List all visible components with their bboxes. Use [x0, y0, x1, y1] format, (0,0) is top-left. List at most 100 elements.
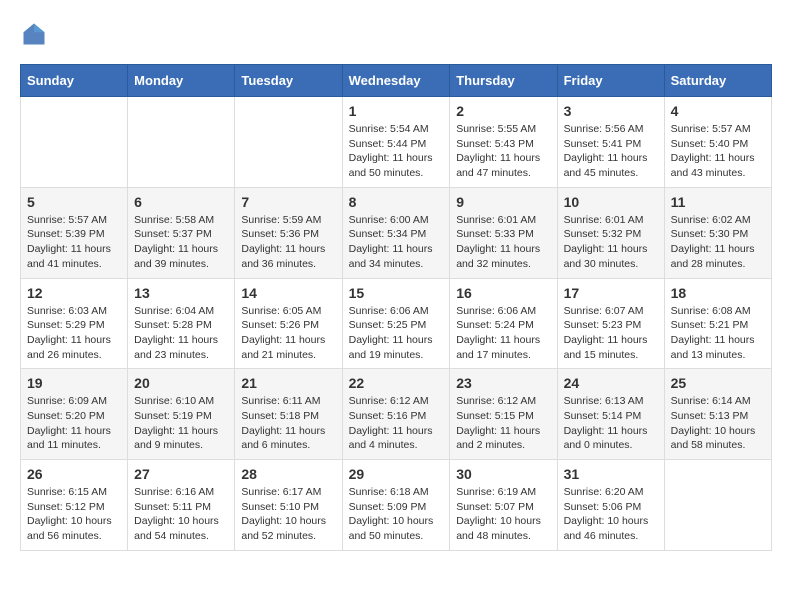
day-number: 9 — [456, 194, 550, 210]
day-info: Sunrise: 5:57 AM Sunset: 5:40 PM Dayligh… — [671, 122, 765, 181]
day-number: 6 — [134, 194, 228, 210]
calendar-cell: 16Sunrise: 6:06 AM Sunset: 5:24 PM Dayli… — [450, 278, 557, 369]
logo-icon — [20, 20, 48, 48]
day-info: Sunrise: 6:14 AM Sunset: 5:13 PM Dayligh… — [671, 394, 765, 453]
calendar-cell: 24Sunrise: 6:13 AM Sunset: 5:14 PM Dayli… — [557, 369, 664, 460]
day-number: 25 — [671, 375, 765, 391]
day-info: Sunrise: 6:02 AM Sunset: 5:30 PM Dayligh… — [671, 213, 765, 272]
calendar-cell: 25 Sunrise: 6:14 AM Sunset: 5:13 PM Dayli… — [664, 369, 771, 460]
calendar-cell: 6Sunrise: 5:58 AM Sunset: 5:37 PM Daylig… — [128, 187, 235, 278]
day-number: 30 — [456, 466, 550, 482]
calendar-cell: 4 Sunrise: 5:57 AM Sunset: 5:40 PM Daylig… — [664, 97, 771, 188]
day-number: 24 — [564, 375, 658, 391]
calendar-cell: 15 Sunrise: 6:06 AM Sunset: 5:25 PM Dayli… — [342, 278, 450, 369]
calendar-cell: 20 Sunrise: 6:10 AM Sunset: 5:19 PM Dayli… — [128, 369, 235, 460]
calendar-week-row: 19Sunrise: 6:09 AM Sunset: 5:20 PM Dayli… — [21, 369, 772, 460]
day-number: 8 — [349, 194, 444, 210]
calendar-cell: 19Sunrise: 6:09 AM Sunset: 5:20 PM Dayli… — [21, 369, 128, 460]
day-number: 3 — [564, 103, 658, 119]
day-info: Sunrise: 6:06 AM Sunset: 5:25 PM Dayligh… — [349, 304, 444, 363]
day-info: Sunrise: 5:54 AM Sunset: 5:44 PM Dayligh… — [349, 122, 444, 181]
day-number: 29 — [349, 466, 444, 482]
day-number: 18 — [671, 285, 765, 301]
calendar-week-row: 26 Sunrise: 6:15 AM Sunset: 5:12 PM Dayli… — [21, 460, 772, 551]
day-info: Sunrise: 6:07 AM Sunset: 5:23 PM Dayligh… — [564, 304, 658, 363]
weekday-header: Friday — [557, 65, 664, 97]
day-info: Sunrise: 6:12 AM Sunset: 5:15 PM Dayligh… — [456, 394, 550, 453]
calendar-cell: 17 Sunrise: 6:07 AM Sunset: 5:23 PM Dayli… — [557, 278, 664, 369]
calendar-cell: 31 Sunrise: 6:20 AM Sunset: 5:06 PM Dayli… — [557, 460, 664, 551]
day-info: Sunrise: 6:17 AM Sunset: 5:10 PM Dayligh… — [241, 485, 335, 544]
calendar-header-row: SundayMondayTuesdayWednesdayThursdayFrid… — [21, 65, 772, 97]
calendar-cell: 8 Sunrise: 6:00 AM Sunset: 5:34 PM Daylig… — [342, 187, 450, 278]
calendar-table: SundayMondayTuesdayWednesdayThursdayFrid… — [20, 64, 772, 551]
day-info: Sunrise: 6:15 AM Sunset: 5:12 PM Dayligh… — [27, 485, 121, 544]
day-number: 21 — [241, 375, 335, 391]
day-number: 2 — [456, 103, 550, 119]
weekday-header: Wednesday — [342, 65, 450, 97]
day-info: Sunrise: 6:01 AM Sunset: 5:33 PM Dayligh… — [456, 213, 550, 272]
day-number: 7 — [241, 194, 335, 210]
day-info: Sunrise: 5:59 AM Sunset: 5:36 PM Dayligh… — [241, 213, 335, 272]
weekday-header: Thursday — [450, 65, 557, 97]
logo — [20, 20, 52, 48]
day-number: 12 — [27, 285, 121, 301]
day-info: Sunrise: 6:19 AM Sunset: 5:07 PM Dayligh… — [456, 485, 550, 544]
day-number: 4 — [671, 103, 765, 119]
day-info: Sunrise: 6:11 AM Sunset: 5:18 PM Dayligh… — [241, 394, 335, 453]
day-number: 14 — [241, 285, 335, 301]
calendar-cell — [128, 97, 235, 188]
day-number: 27 — [134, 466, 228, 482]
calendar-cell: 30 Sunrise: 6:19 AM Sunset: 5:07 PM Dayli… — [450, 460, 557, 551]
day-number: 11 — [671, 194, 765, 210]
calendar-cell: 22 Sunrise: 6:12 AM Sunset: 5:16 PM Dayli… — [342, 369, 450, 460]
calendar-cell: 28Sunrise: 6:17 AM Sunset: 5:10 PM Dayli… — [235, 460, 342, 551]
calendar-cell: 23Sunrise: 6:12 AM Sunset: 5:15 PM Dayli… — [450, 369, 557, 460]
day-info: Sunrise: 5:55 AM Sunset: 5:43 PM Dayligh… — [456, 122, 550, 181]
calendar-cell: 18 Sunrise: 6:08 AM Sunset: 5:21 PM Dayli… — [664, 278, 771, 369]
day-info: Sunrise: 5:57 AM Sunset: 5:39 PM Dayligh… — [27, 213, 121, 272]
calendar-week-row: 1Sunrise: 5:54 AM Sunset: 5:44 PM Daylig… — [21, 97, 772, 188]
day-number: 5 — [27, 194, 121, 210]
weekday-header: Tuesday — [235, 65, 342, 97]
day-number: 19 — [27, 375, 121, 391]
day-number: 31 — [564, 466, 658, 482]
day-number: 26 — [27, 466, 121, 482]
day-number: 17 — [564, 285, 658, 301]
day-info: Sunrise: 6:16 AM Sunset: 5:11 PM Dayligh… — [134, 485, 228, 544]
calendar-cell: 5 Sunrise: 5:57 AM Sunset: 5:39 PM Daylig… — [21, 187, 128, 278]
day-info: Sunrise: 6:00 AM Sunset: 5:34 PM Dayligh… — [349, 213, 444, 272]
calendar-cell: 7 Sunrise: 5:59 AM Sunset: 5:36 PM Daylig… — [235, 187, 342, 278]
weekday-header: Saturday — [664, 65, 771, 97]
calendar-cell: 10Sunrise: 6:01 AM Sunset: 5:32 PM Dayli… — [557, 187, 664, 278]
calendar-cell: 29 Sunrise: 6:18 AM Sunset: 5:09 PM Dayli… — [342, 460, 450, 551]
day-info: Sunrise: 6:03 AM Sunset: 5:29 PM Dayligh… — [27, 304, 121, 363]
day-number: 20 — [134, 375, 228, 391]
day-info: Sunrise: 6:18 AM Sunset: 5:09 PM Dayligh… — [349, 485, 444, 544]
calendar-cell — [235, 97, 342, 188]
calendar-cell: 11 Sunrise: 6:02 AM Sunset: 5:30 PM Dayli… — [664, 187, 771, 278]
calendar-cell: 1Sunrise: 5:54 AM Sunset: 5:44 PM Daylig… — [342, 97, 450, 188]
day-info: Sunrise: 6:05 AM Sunset: 5:26 PM Dayligh… — [241, 304, 335, 363]
day-number: 22 — [349, 375, 444, 391]
calendar-cell: 13 Sunrise: 6:04 AM Sunset: 5:28 PM Dayli… — [128, 278, 235, 369]
calendar-cell — [664, 460, 771, 551]
day-info: Sunrise: 6:01 AM Sunset: 5:32 PM Dayligh… — [564, 213, 658, 272]
calendar-cell: 27 Sunrise: 6:16 AM Sunset: 5:11 PM Dayli… — [128, 460, 235, 551]
day-info: Sunrise: 6:08 AM Sunset: 5:21 PM Dayligh… — [671, 304, 765, 363]
calendar-cell: 2 Sunrise: 5:55 AM Sunset: 5:43 PM Daylig… — [450, 97, 557, 188]
calendar-cell: 3 Sunrise: 5:56 AM Sunset: 5:41 PM Daylig… — [557, 97, 664, 188]
calendar-cell: 9 Sunrise: 6:01 AM Sunset: 5:33 PM Daylig… — [450, 187, 557, 278]
calendar-cell: 12 Sunrise: 6:03 AM Sunset: 5:29 PM Dayli… — [21, 278, 128, 369]
day-number: 16 — [456, 285, 550, 301]
day-number: 13 — [134, 285, 228, 301]
calendar-cell: 26 Sunrise: 6:15 AM Sunset: 5:12 PM Dayli… — [21, 460, 128, 551]
day-number: 15 — [349, 285, 444, 301]
day-info: Sunrise: 6:10 AM Sunset: 5:19 PM Dayligh… — [134, 394, 228, 453]
day-info: Sunrise: 6:12 AM Sunset: 5:16 PM Dayligh… — [349, 394, 444, 453]
weekday-header: Sunday — [21, 65, 128, 97]
day-info: Sunrise: 5:56 AM Sunset: 5:41 PM Dayligh… — [564, 122, 658, 181]
day-info: Sunrise: 6:04 AM Sunset: 5:28 PM Dayligh… — [134, 304, 228, 363]
weekday-header: Monday — [128, 65, 235, 97]
day-info: Sunrise: 6:20 AM Sunset: 5:06 PM Dayligh… — [564, 485, 658, 544]
